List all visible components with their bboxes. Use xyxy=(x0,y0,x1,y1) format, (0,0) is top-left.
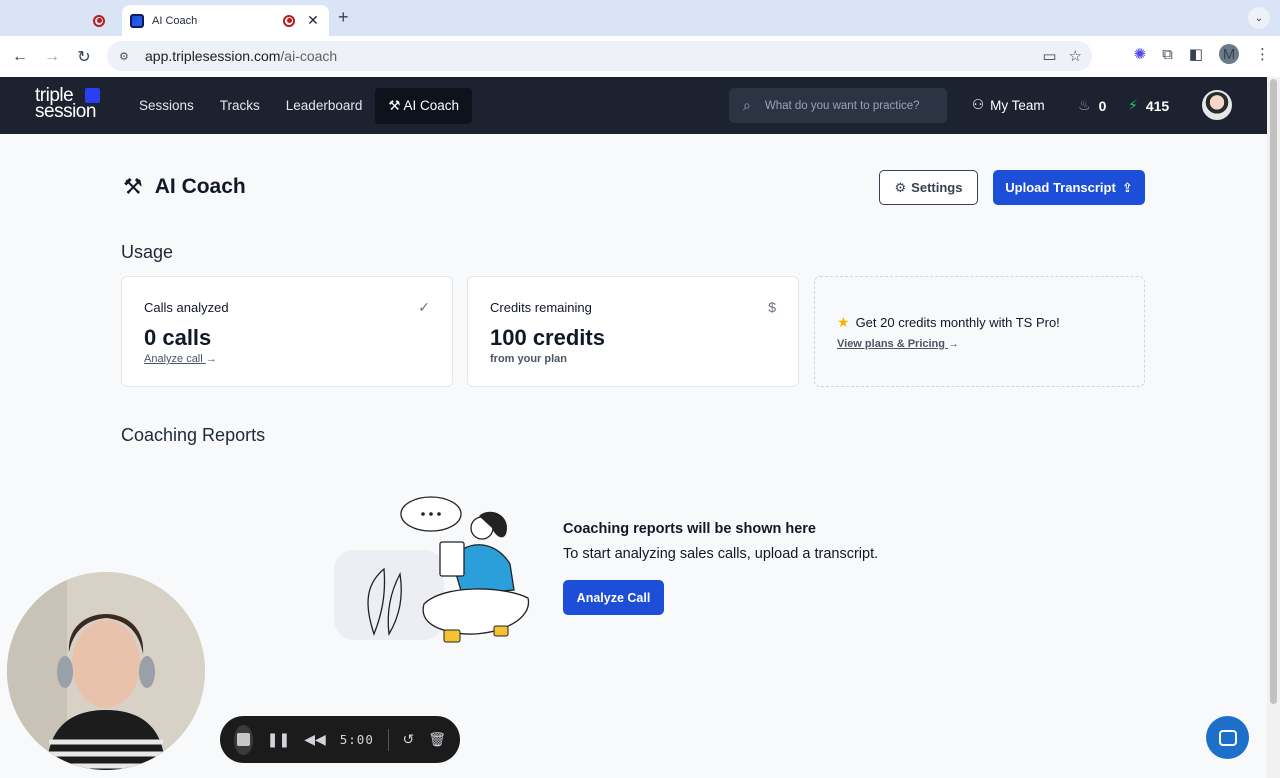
back-arrow-icon[interactable]: ← xyxy=(4,41,36,73)
analyze-call-button[interactable]: Analyze Call xyxy=(563,580,664,615)
trash-icon[interactable]: 🗑 xyxy=(428,731,446,748)
calls-value: 0 calls xyxy=(144,325,212,350)
practice-search[interactable]: ⌕ xyxy=(729,88,947,123)
nav-ai-coach[interactable]: ⚒ AI Coach xyxy=(375,88,473,124)
forward-arrow-icon[interactable]: → xyxy=(36,41,68,73)
usage-heading: Usage xyxy=(121,242,174,262)
browser-tabstrip: AI Coach ✕ + ⌄ xyxy=(0,0,1280,36)
scrollbar-thumb[interactable] xyxy=(1270,79,1277,704)
lightning-bolt-icon: ⚡ xyxy=(1128,97,1138,113)
tab-close-icon[interactable]: ✕ xyxy=(305,12,321,29)
magic-wand-icon: ⚒ xyxy=(388,98,401,113)
empty-state-subtext: To start analyzing sales calls, upload a… xyxy=(563,546,879,562)
view-plans-link[interactable]: View plans & Pricing → xyxy=(837,338,959,350)
points-counter[interactable]: ⚡ 415 xyxy=(1128,97,1169,114)
tab-title: AI Coach xyxy=(152,14,198,27)
card-label: Calls analyzed xyxy=(144,300,229,315)
page-title: ⚒ AI Coach xyxy=(123,174,246,200)
pause-icon[interactable]: ❚❚ xyxy=(267,731,290,748)
arrow-right-icon: → xyxy=(205,353,217,365)
user-avatar[interactable] xyxy=(1202,90,1232,120)
streak-counter[interactable]: ♨ 0 xyxy=(1078,97,1106,114)
chat-icon xyxy=(1218,729,1237,746)
new-tab-button[interactable]: + xyxy=(338,7,349,28)
credits-remaining-card: Credits remaining $ 100 credits from you… xyxy=(467,276,799,387)
nav-tracks[interactable]: Tracks xyxy=(207,88,273,124)
support-chat-button[interactable] xyxy=(1206,716,1249,759)
promo-line: ★ Get 20 credits monthly with TS Pro! xyxy=(837,314,1060,331)
recording-icon xyxy=(283,14,295,27)
side-panel-icon[interactable]: ◧ xyxy=(1189,45,1203,63)
empty-state-illustration xyxy=(334,496,529,643)
main-nav: Sessions Tracks Leaderboard ⚒ AI Coach xyxy=(126,88,473,124)
promo-text: Get 20 credits monthly with TS Pro! xyxy=(855,315,1060,330)
reload-icon[interactable]: ↻ xyxy=(68,41,100,73)
recording-icon xyxy=(93,14,105,27)
nav-sessions[interactable]: Sessions xyxy=(126,88,207,124)
arrow-right-icon: → xyxy=(948,338,960,350)
settings-label: Settings xyxy=(911,180,963,195)
bookmark-star-icon[interactable]: ☆ xyxy=(1069,47,1082,65)
webcam-presenter-image xyxy=(7,572,205,770)
my-team-link[interactable]: ⚇ My Team xyxy=(972,97,1045,113)
extensions-puzzle-icon[interactable]: ⧉ xyxy=(1162,46,1173,63)
stop-recording-button[interactable] xyxy=(234,724,253,755)
magic-wand-icon: ⚒ xyxy=(123,174,143,199)
streak-value: 0 xyxy=(1098,97,1107,114)
view-plans-link-text: View plans & Pricing xyxy=(837,338,945,350)
upload-icon: ⇪ xyxy=(1121,179,1133,195)
rewind-icon[interactable]: ◀◀ xyxy=(304,731,326,748)
recording-timer: 5:00 xyxy=(339,732,374,747)
calls-analyzed-card: Calls analyzed ✓ 0 calls Analyze call → xyxy=(121,276,453,387)
gear-icon: ⚙ xyxy=(894,179,907,195)
browser-tab-inactive[interactable] xyxy=(8,5,118,36)
logo-text-line2: session xyxy=(35,101,96,122)
points-value: 415 xyxy=(1145,97,1170,114)
tab-search-chevron-icon[interactable]: ⌄ xyxy=(1248,7,1270,29)
my-team-label: My Team xyxy=(990,97,1045,113)
credits-value: 100 credits xyxy=(490,325,605,350)
browser-tab-active[interactable]: AI Coach ✕ xyxy=(122,5,329,36)
credits-sub: from your plan xyxy=(490,353,568,365)
camera-icon[interactable]: ▭ xyxy=(1042,47,1056,65)
star-icon: ★ xyxy=(837,314,850,330)
search-icon: ⌕ xyxy=(743,97,751,113)
logo-square-icon xyxy=(85,88,100,103)
card-label: Credits remaining xyxy=(490,300,592,315)
analyze-call-link[interactable]: Analyze call → xyxy=(144,353,217,365)
coaching-reports-heading: Coaching Reports xyxy=(121,425,266,445)
app-header: triple session Sessions Tracks Leaderboa… xyxy=(0,77,1267,134)
site-favicon-icon xyxy=(130,13,144,28)
triple-session-logo[interactable]: triple session xyxy=(35,86,100,122)
extension-asterisk-icon[interactable]: ✺ xyxy=(1134,45,1147,63)
page-title-text: AI Coach xyxy=(154,175,246,198)
address-bar[interactable]: ⚙ app.triplesession.com/ai-coach ▭ ☆ xyxy=(107,41,1092,71)
fire-icon: ♨ xyxy=(1078,97,1091,113)
empty-state-heading: Coaching reports will be shown here xyxy=(563,521,816,537)
browser-toolbar: ← → ↻ ⚙ app.triplesession.com/ai-coach ▭… xyxy=(0,36,1280,77)
url-host: app.triplesession.com xyxy=(145,48,281,64)
search-input[interactable] xyxy=(764,99,933,112)
recording-controls: ❚❚ ◀◀ 5:00 ↺ 🗑 xyxy=(220,716,460,763)
browser-menu-icon[interactable]: ⋮ xyxy=(1255,45,1270,63)
divider xyxy=(387,728,389,751)
check-icon: ✓ xyxy=(418,299,430,315)
webcam-bubble[interactable] xyxy=(7,572,205,770)
nav-ai-coach-label: AI Coach xyxy=(403,98,460,113)
url-path: /ai-coach xyxy=(280,48,338,64)
upload-transcript-button[interactable]: Upload Transcript ⇪ xyxy=(993,170,1145,205)
restart-icon[interactable]: ↺ xyxy=(402,731,414,748)
profile-avatar[interactable]: M xyxy=(1219,44,1239,64)
analyze-call-link-text: Analyze call xyxy=(144,353,203,365)
stop-icon xyxy=(236,733,250,746)
dollar-icon: $ xyxy=(768,299,776,315)
settings-button[interactable]: ⚙ Settings xyxy=(879,170,978,205)
pro-promo-card: ★ Get 20 credits monthly with TS Pro! Vi… xyxy=(814,276,1145,387)
page-scrollbar[interactable] xyxy=(1267,77,1280,778)
upload-label: Upload Transcript xyxy=(1005,180,1116,195)
site-info-icon[interactable]: ⚙ xyxy=(119,50,137,63)
nav-leaderboard[interactable]: Leaderboard xyxy=(273,88,376,124)
team-icon: ⚇ xyxy=(972,97,985,112)
